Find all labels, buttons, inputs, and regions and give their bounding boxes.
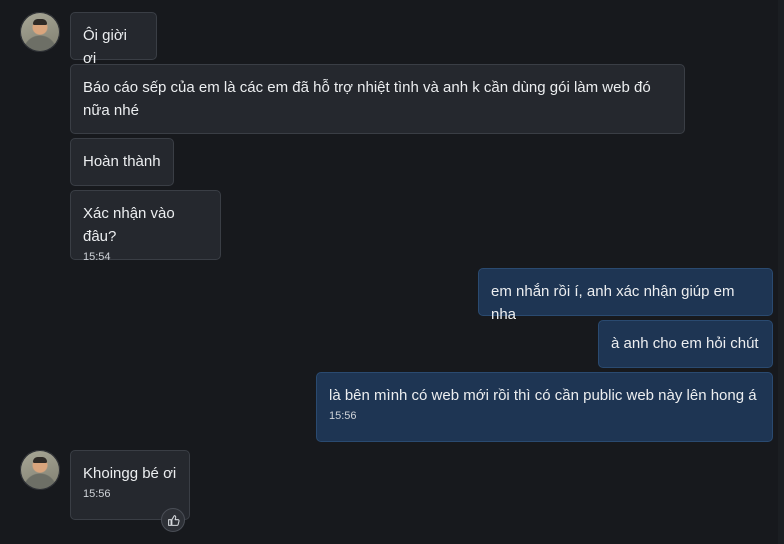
incoming-message[interactable]: Báo cáo sếp của em là các em đã hỗ trợ n… [70,64,685,134]
thumbs-up-icon [167,514,180,526]
outgoing-message[interactable]: à anh cho em hỏi chút [598,320,773,368]
outgoing-message[interactable]: là bên mình có web mới rồi thì có cần pu… [316,372,773,442]
message-text: Khoingg bé ơi [83,465,177,482]
message-time: 15:54 [83,251,111,263]
message-text: Ôi giời ơi [83,27,128,67]
reaction-button[interactable] [161,508,185,532]
outgoing-message[interactable]: em nhắn rồi í, anh xác nhận giúp em nha [478,268,773,323]
message-text: là bên mình có web mới rồi thì có cần pu… [329,387,757,404]
message-text: à anh cho em hỏi chút [611,335,759,352]
message-text: Báo cáo sếp của em là các em đã hỗ trợ n… [83,79,651,119]
avatar[interactable] [20,12,60,52]
avatar[interactable] [20,450,60,490]
incoming-message[interactable]: Xác nhận vào đâu? 15:54 [70,190,221,263]
incoming-message[interactable]: Ôi giời ơi [70,12,157,67]
message-text: Hoàn thành [83,153,161,170]
message-text: em nhắn rồi í, anh xác nhận giúp em nha [491,283,735,323]
message-time: 15:56 [329,410,357,422]
chat-scroll-edge[interactable] [778,0,784,544]
message-text: Xác nhận vào đâu? [83,205,175,245]
incoming-message[interactable]: Hoàn thành [70,138,174,186]
message-time: 15:56 [83,488,111,500]
